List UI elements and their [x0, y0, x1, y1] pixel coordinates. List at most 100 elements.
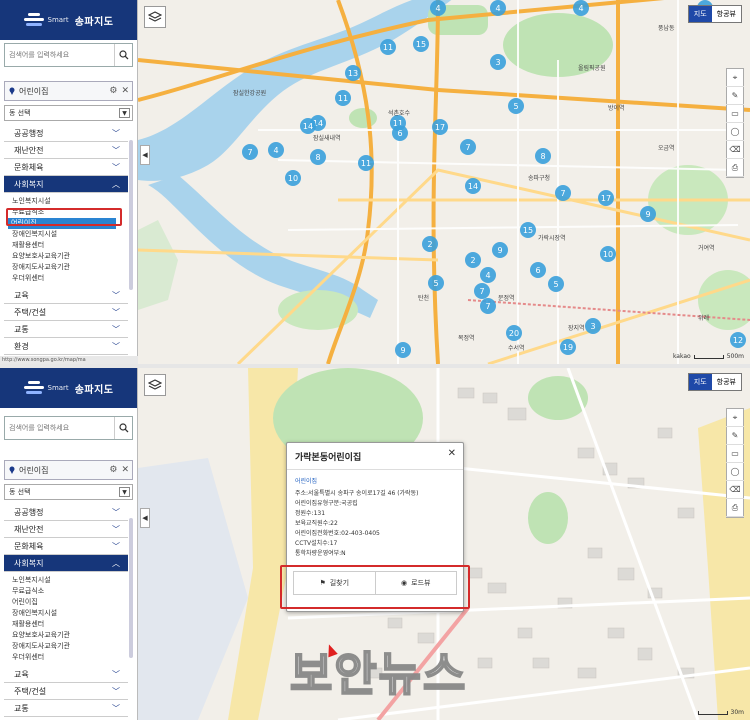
- cluster-marker[interactable]: 17: [598, 190, 614, 206]
- cluster-marker[interactable]: 17: [432, 119, 448, 135]
- category-item-open[interactable]: 사회복지 ︿: [4, 176, 128, 193]
- category-item[interactable]: 환경 ﹀: [4, 338, 128, 355]
- layers-button[interactable]: [144, 6, 166, 28]
- category-item[interactable]: 문화체육 ﹀: [4, 538, 128, 555]
- cluster-marker[interactable]: 4: [490, 0, 506, 16]
- close-icon[interactable]: ✕: [121, 86, 129, 96]
- cluster-marker[interactable]: 13: [345, 65, 361, 81]
- cluster-marker[interactable]: 7: [555, 185, 571, 201]
- eraser-icon[interactable]: ⌫: [726, 141, 744, 159]
- subcategory-item[interactable]: 노인복지시설: [12, 575, 128, 586]
- settings-icon[interactable]: ⚙: [109, 86, 117, 96]
- close-icon[interactable]: ✕: [448, 448, 456, 459]
- cluster-marker[interactable]: 7: [242, 144, 258, 160]
- cluster-marker[interactable]: 9: [395, 342, 411, 358]
- cluster-marker[interactable]: 15: [520, 222, 536, 238]
- subcategory-item[interactable]: 재활용센터: [12, 240, 128, 251]
- dong-select[interactable]: 동 선택 ▼: [4, 105, 133, 121]
- settings-icon[interactable]: ⚙: [109, 465, 117, 475]
- subcategory-item[interactable]: 어린이집: [12, 597, 128, 608]
- cluster-marker[interactable]: 8: [535, 148, 551, 164]
- cluster-marker[interactable]: 15: [413, 36, 429, 52]
- cluster-marker[interactable]: 11: [380, 39, 396, 55]
- search-input[interactable]: [5, 417, 114, 439]
- cluster-marker[interactable]: 3: [585, 318, 601, 334]
- radius-icon[interactable]: ◯: [726, 463, 744, 481]
- cluster-marker[interactable]: 3: [490, 54, 506, 70]
- layers-button[interactable]: [144, 374, 166, 396]
- cluster-marker[interactable]: 8: [310, 149, 326, 165]
- subcategory-item[interactable]: 장애인복지시설: [12, 229, 128, 240]
- sidebar-scrollbar[interactable]: [129, 518, 133, 658]
- subcategory-item[interactable]: 장애인복지시설: [12, 608, 128, 619]
- category-item[interactable]: 주택/건설 ﹀: [4, 304, 128, 321]
- app-logo[interactable]: Smart 송파지도: [0, 0, 137, 40]
- area-icon[interactable]: ▭: [726, 105, 744, 123]
- subcategory-item[interactable]: 요양보호사교육기관: [12, 630, 128, 641]
- cluster-marker[interactable]: 4: [573, 0, 589, 16]
- cluster-marker[interactable]: 5: [548, 276, 564, 292]
- category-item[interactable]: 문화체육 ﹀: [4, 159, 128, 176]
- sidebar-scrollbar[interactable]: [129, 140, 133, 290]
- map-type-map[interactable]: 지도: [688, 374, 712, 390]
- category-item[interactable]: 교육 ﹀: [4, 287, 128, 304]
- ruler-icon[interactable]: ✎: [726, 427, 744, 445]
- subcategory-item[interactable]: 무료급식소: [12, 586, 128, 597]
- map-type-aerial[interactable]: 항공뷰: [712, 6, 741, 22]
- ruler-icon[interactable]: ✎: [726, 87, 744, 105]
- app-logo[interactable]: Smart 송파지도: [0, 368, 137, 408]
- cluster-marker[interactable]: 5: [428, 275, 444, 291]
- area-icon[interactable]: ▭: [726, 445, 744, 463]
- search-input[interactable]: [5, 44, 114, 66]
- print-icon[interactable]: ⎙: [726, 159, 744, 177]
- cluster-marker[interactable]: 11: [358, 155, 374, 171]
- category-item[interactable]: 교육 ﹀: [4, 666, 128, 683]
- cluster-marker[interactable]: 4: [480, 267, 496, 283]
- cluster-marker[interactable]: 11: [335, 90, 351, 106]
- category-item-open[interactable]: 사회복지 ︿: [4, 555, 128, 572]
- cluster-marker[interactable]: 7: [460, 139, 476, 155]
- subcategory-item[interactable]: 장애지도사교육기관: [12, 641, 128, 652]
- category-item[interactable]: 재난안전 ﹀: [4, 142, 128, 159]
- cluster-marker[interactable]: 6: [392, 125, 408, 141]
- cluster-marker[interactable]: 7: [480, 298, 496, 314]
- subcategory-item[interactable]: 우더위센터: [12, 652, 128, 663]
- print-icon[interactable]: ⎙: [726, 499, 744, 517]
- dong-select[interactable]: 동 선택 ▼: [4, 484, 133, 500]
- cluster-marker[interactable]: 20: [506, 325, 522, 341]
- cluster-marker[interactable]: 2: [465, 252, 481, 268]
- cluster-marker[interactable]: 10: [600, 246, 616, 262]
- search-button[interactable]: [114, 417, 132, 439]
- subcategory-item[interactable]: 장애지도사교육기관: [12, 262, 128, 273]
- map-type-aerial[interactable]: 항공뷰: [712, 374, 741, 390]
- map-type-map[interactable]: 지도: [688, 6, 712, 22]
- eraser-icon[interactable]: ⌫: [726, 481, 744, 499]
- cluster-marker[interactable]: 7: [474, 283, 490, 299]
- category-item[interactable]: 교통 ﹀: [4, 321, 128, 338]
- search-button[interactable]: [114, 44, 132, 66]
- location-icon[interactable]: ⌖: [726, 69, 744, 87]
- cluster-marker[interactable]: 4: [430, 0, 446, 16]
- cluster-marker[interactable]: 14: [465, 178, 481, 194]
- cluster-marker[interactable]: 4: [268, 142, 284, 158]
- cluster-marker[interactable]: 12: [730, 332, 746, 348]
- cluster-marker[interactable]: 14: [300, 118, 316, 134]
- cluster-marker[interactable]: 9: [492, 242, 508, 258]
- cluster-marker[interactable]: 5: [508, 98, 524, 114]
- subcategory-item[interactable]: 요양보호사교육기관: [12, 251, 128, 262]
- cluster-marker[interactable]: 10: [285, 170, 301, 186]
- subcategory-item[interactable]: 재활용센터: [12, 619, 128, 630]
- radius-icon[interactable]: ◯: [726, 123, 744, 141]
- map-view[interactable]: 4 4 11 15 13 11 14 14 7 4 8 11 10 3 11 6 17 7 14 5 8 7 17 9 2 2 15…: [138, 0, 750, 364]
- category-item[interactable]: 공공행정 ﹀: [4, 125, 128, 142]
- cluster-marker[interactable]: 6: [530, 262, 546, 278]
- subcategory-item[interactable]: 노인복지시설: [12, 196, 128, 207]
- category-item[interactable]: 교통 ﹀: [4, 700, 128, 717]
- category-item[interactable]: 주택/건설 ﹀: [4, 683, 128, 700]
- category-item[interactable]: 공공행정 ﹀: [4, 504, 128, 521]
- close-icon[interactable]: ✕: [121, 465, 129, 475]
- subcategory-item[interactable]: 우더위센터: [12, 273, 128, 284]
- category-item[interactable]: 재난안전 ﹀: [4, 521, 128, 538]
- collapse-sidebar-button[interactable]: ◀: [140, 508, 150, 528]
- cluster-marker[interactable]: 19: [560, 339, 576, 355]
